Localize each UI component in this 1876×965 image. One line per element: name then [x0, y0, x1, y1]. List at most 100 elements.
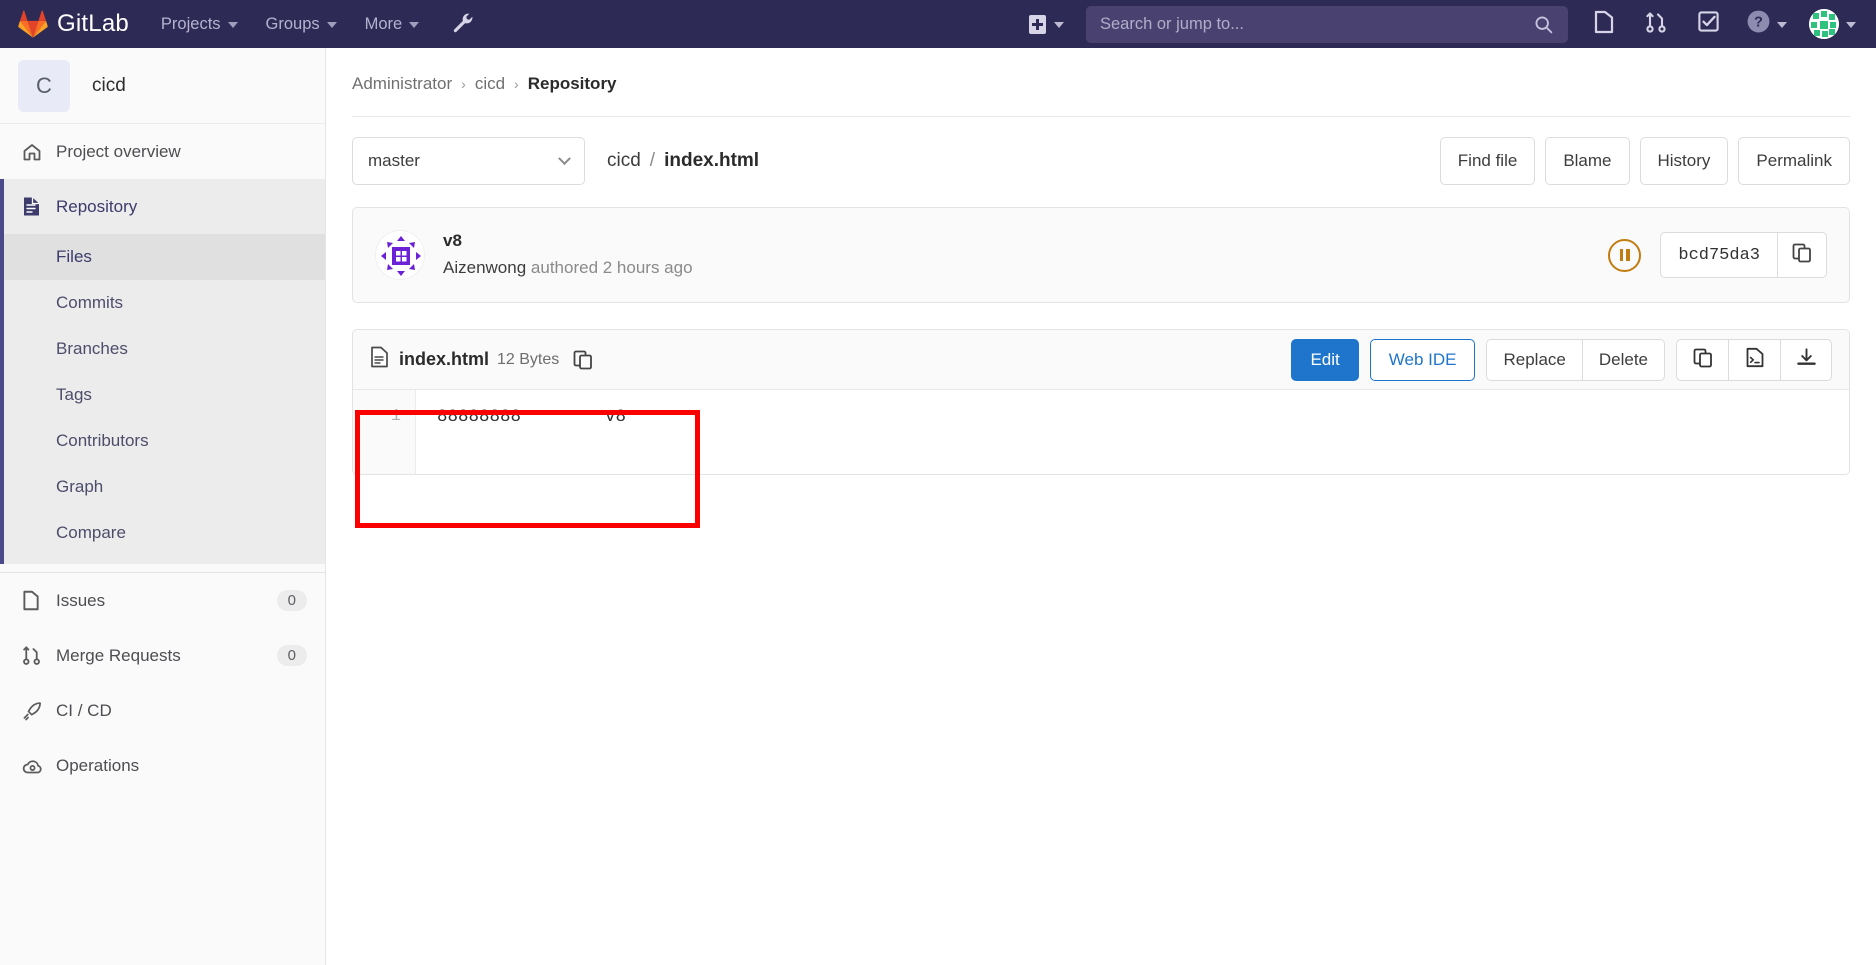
- replace-delete-group: Replace Delete: [1486, 338, 1665, 381]
- user-avatar: [1809, 9, 1839, 39]
- commit-meta: Aizenwong authored 2 hours ago: [443, 256, 693, 281]
- branch-selector[interactable]: master: [352, 137, 585, 185]
- gitlab-logo-icon: [18, 10, 48, 38]
- file-header: index.html 12 Bytes Edit Web IDE Replace…: [353, 330, 1849, 390]
- sidebar-subitem-graph[interactable]: Graph: [0, 464, 325, 510]
- todos-checkbox-icon: [1697, 10, 1720, 38]
- file-size: 12 Bytes: [497, 350, 560, 368]
- edit-button[interactable]: Edit: [1291, 338, 1359, 381]
- pipeline-manual-icon[interactable]: [1608, 238, 1642, 272]
- gitlab-home-link[interactable]: GitLab: [18, 0, 129, 48]
- file-doc-icon: [370, 346, 389, 373]
- web-ide-button[interactable]: Web IDE: [1369, 338, 1476, 381]
- commit-info: v8 Aizenwong authored 2 hours ago: [443, 229, 693, 280]
- admin-area-button[interactable]: [449, 10, 473, 39]
- nav-merge-requests-button[interactable]: [1630, 0, 1682, 48]
- sidebar-item-operations[interactable]: Operations: [0, 738, 325, 793]
- nav-more[interactable]: More: [351, 0, 434, 48]
- code-lines: 88888888 v8: [416, 390, 1849, 474]
- rocket-icon: [22, 700, 56, 721]
- clipboard-icon: [1792, 242, 1812, 268]
- document-icon: [22, 196, 56, 217]
- file-viewer-panel: index.html 12 Bytes Edit Web IDE Replace…: [352, 329, 1850, 475]
- sidebar-item-merge-requests[interactable]: Merge Requests 0: [0, 628, 325, 683]
- path-separator: /: [649, 150, 656, 171]
- sidebar-item-ci-cd[interactable]: CI / CD: [0, 683, 325, 738]
- sidebar-subitem-compare[interactable]: Compare: [0, 510, 325, 556]
- find-file-button[interactable]: Find file: [1439, 137, 1536, 185]
- top-navbar: GitLab Projects Groups More Search or ju…: [0, 0, 1876, 48]
- sidebar-subitem-tags[interactable]: Tags: [0, 372, 325, 418]
- permalink-button[interactable]: Permalink: [1738, 137, 1850, 185]
- chevron-down-icon: [409, 22, 420, 28]
- sidebar-label-repository: Repository: [56, 196, 138, 216]
- nav-groups-label: Groups: [265, 14, 320, 33]
- file-content: 1 88888888 v8: [353, 390, 1849, 474]
- line-number-gutter: 1: [353, 390, 416, 474]
- breadcrumb-current: Repository: [527, 74, 617, 93]
- commit-message[interactable]: v8: [443, 229, 693, 254]
- copy-file-path-button[interactable]: [573, 349, 593, 370]
- download-icon: [1796, 347, 1817, 373]
- commit-author[interactable]: Aizenwong: [443, 258, 526, 277]
- global-search[interactable]: [1086, 5, 1568, 43]
- sidebar-item-issues[interactable]: Issues 0: [0, 573, 325, 628]
- tree-action-buttons: Find file Blame History Permalink: [1439, 137, 1850, 185]
- gitlab-brand-text: GitLab: [57, 10, 129, 37]
- replace-button[interactable]: Replace: [1486, 338, 1582, 381]
- repository-tree-toolbar: master cicd / index.html Find file Blame…: [326, 117, 1876, 185]
- file-path-breadcrumb: cicd / index.html: [607, 150, 759, 172]
- sidebar-subitem-commits[interactable]: Commits: [0, 280, 325, 326]
- issues-icon: [22, 590, 56, 611]
- chevron-down-icon: [227, 22, 238, 28]
- chevron-down-icon: [1846, 22, 1856, 28]
- commit-sha[interactable]: bcd75da3: [1660, 232, 1777, 278]
- search-icon: [1533, 14, 1568, 35]
- path-root-cicd[interactable]: cicd: [607, 150, 641, 172]
- merge-requests-icon: [1645, 10, 1667, 39]
- clipboard-icon: [1693, 347, 1713, 373]
- search-input[interactable]: [1086, 14, 1533, 34]
- question-circle-icon: ?: [1746, 9, 1771, 39]
- sidebar-count-merge-requests: 0: [276, 645, 307, 666]
- nav-more-label: More: [364, 14, 403, 33]
- sidebar-subitem-contributors[interactable]: Contributors: [0, 418, 325, 464]
- help-dropdown[interactable]: ?: [1734, 0, 1795, 48]
- sidebar-subitem-files[interactable]: Files: [0, 234, 325, 280]
- project-sidebar: C cicd Project overview Repository Files…: [0, 48, 326, 965]
- sidebar-label-ci-cd: CI / CD: [56, 700, 112, 720]
- sidebar-label-issues: Issues: [56, 590, 106, 610]
- breadcrumb-administrator[interactable]: Administrator: [352, 74, 452, 94]
- user-menu[interactable]: [1795, 0, 1862, 48]
- delete-button[interactable]: Delete: [1581, 338, 1665, 381]
- new-item-dropdown[interactable]: [1017, 0, 1076, 48]
- history-button[interactable]: History: [1639, 137, 1729, 185]
- nav-groups[interactable]: Groups: [252, 0, 351, 48]
- nav-issues-button[interactable]: [1578, 0, 1630, 48]
- branch-selector-value: master: [368, 151, 420, 170]
- line-number[interactable]: 1: [353, 403, 415, 431]
- commit-time: authored 2 hours ago: [530, 258, 693, 277]
- nav-todos-button[interactable]: [1682, 0, 1734, 48]
- code-line: 88888888 v8: [437, 407, 627, 427]
- blame-button[interactable]: Blame: [1545, 137, 1630, 185]
- breadcrumb: Administrator › cicd › Repository: [326, 48, 1876, 94]
- sidebar-repository-submenu: Files Commits Branches Tags Contributors…: [0, 234, 325, 564]
- project-name: cicd: [92, 74, 126, 96]
- sidebar-project-header[interactable]: C cicd: [0, 48, 325, 124]
- copy-sha-button[interactable]: [1777, 232, 1827, 278]
- breadcrumb-cicd[interactable]: cicd: [475, 74, 505, 94]
- main-content: Administrator › cicd › Repository master…: [326, 48, 1876, 965]
- open-raw-button[interactable]: [1728, 338, 1780, 381]
- plus-square-icon: [1029, 14, 1046, 34]
- download-button[interactable]: [1780, 338, 1832, 381]
- sidebar-subitem-branches[interactable]: Branches: [0, 326, 325, 372]
- chevron-down-icon: [326, 22, 337, 28]
- file-name: index.html: [399, 349, 490, 369]
- copy-file-contents-button[interactable]: [1676, 338, 1728, 381]
- nav-projects[interactable]: Projects: [147, 0, 252, 48]
- wrench-icon: [449, 10, 473, 39]
- sidebar-item-repository[interactable]: Repository: [0, 179, 325, 234]
- path-current-file: index.html: [664, 150, 760, 171]
- sidebar-item-project-overview[interactable]: Project overview: [0, 124, 325, 179]
